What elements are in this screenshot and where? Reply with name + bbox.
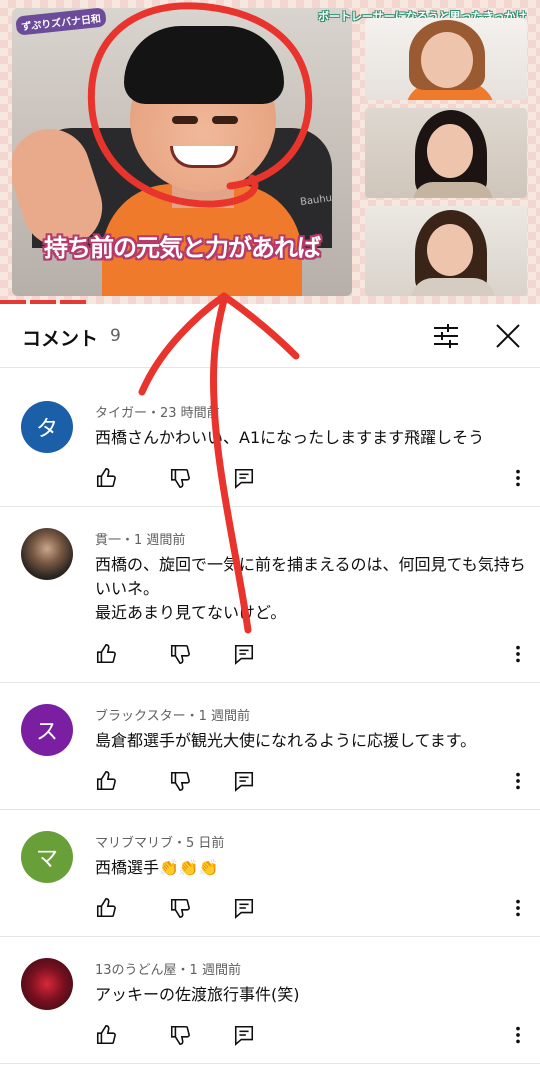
comment-actions: [95, 1024, 535, 1052]
reply-icon[interactable]: [233, 643, 255, 665]
participant-frame-1: [365, 18, 527, 100]
comment-line: 西橋選手👏👏👏: [95, 858, 219, 877]
thumbs-down-icon[interactable]: [169, 770, 191, 792]
reply-icon[interactable]: [233, 1024, 255, 1046]
comment-item: タ タイガー・23 時間前 西橋さんかわいい、A1になったしますます飛躍しそう: [0, 380, 540, 507]
thumbs-up-icon[interactable]: [95, 1024, 117, 1046]
thumbs-up-icon[interactable]: [95, 897, 117, 919]
avatar[interactable]: マ: [21, 831, 73, 883]
comment-author-time: タイガー・23 時間前: [95, 406, 220, 421]
comment-actions: [95, 897, 535, 925]
reply-icon[interactable]: [233, 770, 255, 792]
avatar[interactable]: ス: [21, 704, 73, 756]
thumbs-down-icon[interactable]: [169, 467, 191, 489]
show-logo: ずぷりズバナ日和: [15, 8, 107, 36]
reply-icon[interactable]: [233, 897, 255, 919]
avatar[interactable]: [21, 958, 73, 1010]
avatar-letter: ス: [35, 720, 58, 745]
thumbs-up-icon[interactable]: [95, 467, 117, 489]
comments-header: コメント 9: [0, 304, 540, 368]
main-video-frame: Bauhutte ずぷりズバナ日和 持ち前の元気と力があれば: [12, 8, 352, 296]
hair: [124, 26, 284, 104]
comment-text: 島倉都選手が観光大使になれるように応援してます。: [95, 729, 520, 753]
more-vert-icon[interactable]: [507, 1024, 529, 1046]
comment-text: 西橋さんかわいい、A1になったしますます飛躍しそう: [95, 426, 520, 450]
comment-text: 西橋の、旋回で一気に前を捕まえるのは、何回見ても気持ち いいネ。 最近あまり見て…: [95, 553, 526, 625]
comment-text: アッキーの佐渡旅行事件(笑): [95, 983, 520, 1007]
comment-actions: [95, 467, 535, 495]
thumbs-down-icon[interactable]: [169, 643, 191, 665]
comment-item: 13のうどん屋・1 週間前 アッキーの佐渡旅行事件(笑): [0, 937, 540, 1064]
comment-line: いいネ。: [95, 579, 160, 598]
comment-text: 西橋選手👏👏👏: [95, 856, 520, 880]
comment-line: 西橋の、旋回で一気に前を捕まえるのは、何回見ても気持ち: [95, 555, 526, 574]
right-eye: [212, 116, 238, 124]
avatar-letter: タ: [35, 417, 58, 442]
avatar-letter: マ: [35, 847, 58, 872]
participant-frame-2: [365, 108, 527, 198]
thumbs-down-icon[interactable]: [169, 1024, 191, 1046]
comment-list: タ タイガー・23 時間前 西橋さんかわいい、A1になったしますます飛躍しそう …: [0, 380, 540, 1064]
close-icon[interactable]: [492, 320, 524, 352]
avatar[interactable]: タ: [21, 401, 73, 453]
comment-item: マ マリブマリブ・5 日前 西橋選手👏👏👏: [0, 810, 540, 937]
comment-line: 西橋さんかわいい、A1になったしますます飛躍しそう: [95, 428, 485, 447]
thumbs-up-icon[interactable]: [95, 643, 117, 665]
comment-actions: [95, 643, 535, 671]
participant-frame-3: [365, 206, 527, 296]
comment-author-time: ブラックスター・1 週間前: [95, 709, 251, 724]
more-vert-icon[interactable]: [507, 467, 529, 489]
comment-author-time: 貫一・1 週間前: [95, 533, 186, 548]
comment-item: 貫一・1 週間前 西橋の、旋回で一気に前を捕まえるのは、何回見ても気持ち いいネ…: [0, 507, 540, 683]
comment-line: 島倉都選手が観光大使になれるように応援してます。: [95, 731, 477, 750]
sort-icon[interactable]: [430, 320, 462, 352]
thumbs-up-icon[interactable]: [95, 770, 117, 792]
comments-count: 9: [110, 326, 121, 346]
more-vert-icon[interactable]: [507, 643, 529, 665]
more-vert-icon[interactable]: [507, 770, 529, 792]
comment-item: ス ブラックスター・1 週間前 島倉都選手が観光大使になれるように応援してます。: [0, 683, 540, 810]
comments-title: コメント: [22, 328, 99, 350]
comment-author-time: 13のうどん屋・1 週間前: [95, 963, 241, 978]
comment-line: アッキーの佐渡旅行事件(笑): [95, 985, 300, 1004]
comment-line: 最近あまり見てないけど。: [95, 603, 287, 622]
left-eye: [172, 116, 198, 124]
reply-icon[interactable]: [233, 467, 255, 489]
video-player[interactable]: Bauhutte ずぷりズバナ日和 持ち前の元気と力があれば ボートレーサーにな…: [0, 0, 540, 304]
avatar[interactable]: [21, 528, 73, 580]
video-caption: 持ち前の元気と力があれば: [44, 234, 321, 262]
comment-author-time: マリブマリブ・5 日前: [95, 836, 225, 851]
thumbs-down-icon[interactable]: [169, 897, 191, 919]
more-vert-icon[interactable]: [507, 897, 529, 919]
comment-actions: [95, 770, 535, 798]
